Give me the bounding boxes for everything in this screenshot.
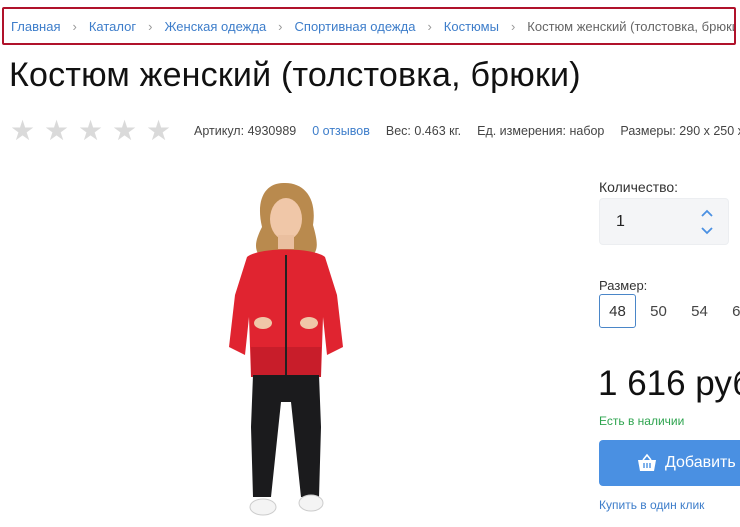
chevron-right-icon: › xyxy=(72,18,77,34)
breadcrumb-catalog[interactable]: Каталог xyxy=(89,19,136,34)
breadcrumb-home[interactable]: Главная xyxy=(11,19,60,34)
star-icon[interactable]: ★ xyxy=(10,117,35,145)
unit-label: Ед. измерения: xyxy=(477,124,566,138)
star-icon[interactable]: ★ xyxy=(78,117,103,145)
size-option-50[interactable]: 50 xyxy=(640,294,677,328)
chevron-right-icon: › xyxy=(148,18,153,34)
quantity-label: Количество: xyxy=(599,179,679,195)
quantity-stepper[interactable]: 1 xyxy=(599,198,729,245)
size-options: 48 50 54 60 xyxy=(599,294,740,328)
rating-stars[interactable]: ★ ★ ★ ★ ★ xyxy=(10,117,171,145)
dims-info: Размеры: 290 x 250 x xyxy=(620,124,740,138)
size-option-54[interactable]: 54 xyxy=(681,294,718,328)
buy-one-click-link[interactable]: Купить в один клик xyxy=(599,498,704,512)
star-icon[interactable]: ★ xyxy=(146,117,171,145)
breadcrumb-sportswear[interactable]: Спортивная одежда xyxy=(295,19,416,34)
breadcrumb-current: Костюм женский (толстовка, брюки) xyxy=(527,18,736,34)
product-photo[interactable] xyxy=(167,177,401,527)
star-icon[interactable]: ★ xyxy=(44,117,69,145)
stepper-arrows xyxy=(701,209,713,235)
article-info: Артикул: 4930989 xyxy=(194,124,296,138)
chevron-right-icon: › xyxy=(510,18,516,34)
star-icon[interactable]: ★ xyxy=(112,117,137,145)
article-label: Артикул: xyxy=(194,124,245,138)
size-option-48[interactable]: 48 xyxy=(599,294,636,328)
add-to-cart-button[interactable]: Добавить xyxy=(599,440,740,486)
add-to-cart-label: Добавить xyxy=(665,454,736,471)
weight-label: Вес: xyxy=(385,124,411,138)
product-meta: ★ ★ ★ ★ ★ Артикул: 4930989 0 отзывов Вес… xyxy=(10,117,740,145)
chevron-right-icon: › xyxy=(427,18,432,34)
stock-status: Есть в наличии xyxy=(599,414,685,428)
article-value: 4930989 xyxy=(247,124,297,138)
basket-icon xyxy=(638,453,656,471)
size-option-60[interactable]: 60 xyxy=(722,294,740,328)
breadcrumb-womens-clothing[interactable]: Женская одежда xyxy=(164,19,266,34)
page-title: Костюм женский (толстовка, брюки) xyxy=(9,56,581,94)
weight-info: Вес: 0.463 кг. xyxy=(386,124,461,138)
unit-value: набор xyxy=(569,124,605,138)
size-label: Размер: xyxy=(599,278,648,293)
breadcrumb: Главная › Каталог › Женская одежда › Спо… xyxy=(2,7,736,45)
chevron-right-icon: › xyxy=(278,18,283,34)
product-price: 1 616 руб xyxy=(598,364,740,403)
breadcrumb-suits[interactable]: Костюмы xyxy=(444,19,499,34)
product-image xyxy=(229,182,343,516)
dims-label: Размеры: xyxy=(620,124,676,138)
quantity-value[interactable]: 1 xyxy=(616,213,625,231)
unit-info: Ед. измерения: набор xyxy=(477,124,604,138)
reviews-link[interactable]: 0 отзывов xyxy=(312,124,370,138)
dims-value: 290 x 250 x xyxy=(679,124,740,138)
chevron-up-icon[interactable] xyxy=(701,209,713,217)
chevron-down-icon[interactable] xyxy=(701,227,713,235)
weight-value: 0.463 кг. xyxy=(414,124,462,138)
